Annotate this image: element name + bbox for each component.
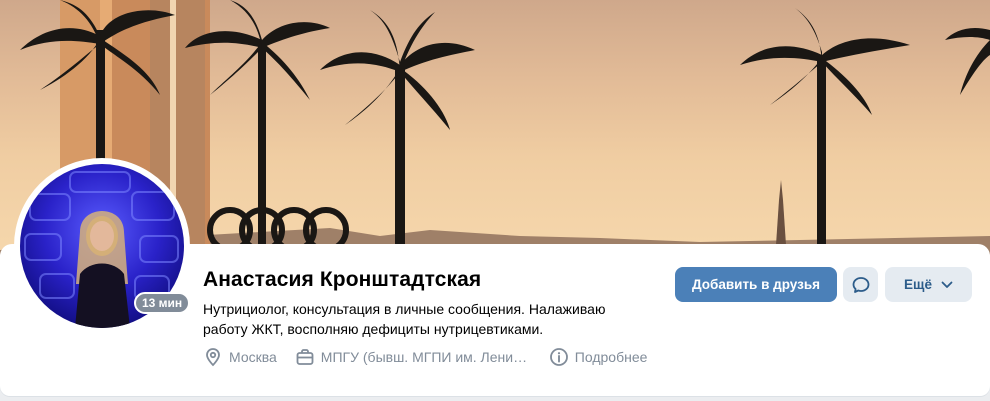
profile-status: Нутрициолог, консультация в личные сообщ… <box>203 301 606 337</box>
more-button[interactable]: Ещё <box>885 267 972 302</box>
message-icon <box>852 276 869 293</box>
profile-page: 13 мин Анастасия Кронштадтская Нутрициол… <box>0 0 990 401</box>
city-label: Москва <box>229 349 277 365</box>
city-info[interactable]: Москва <box>203 347 277 367</box>
message-button[interactable] <box>843 267 878 302</box>
location-pin-icon <box>206 348 220 367</box>
profile-info-row: Москва МПГУ (бывш. МГПИ им. Ленина) Подр… <box>203 346 665 368</box>
university-label: МПГУ (бывш. МГПИ им. Ленина) <box>320 349 531 365</box>
university-info[interactable]: МПГУ (бывш. МГПИ им. Ленина) <box>295 347 531 367</box>
chevron-down-icon <box>941 281 953 288</box>
profile-name: Анастасия Кронштадтская <box>203 268 482 291</box>
add-friend-button[interactable]: Добавить в друзья <box>675 267 837 302</box>
details-link[interactable]: Подробнее <box>549 347 648 367</box>
info-icon <box>549 348 568 366</box>
details-label: Подробнее <box>574 349 648 365</box>
more-button-label: Ещё <box>904 277 932 292</box>
briefcase-icon <box>296 349 314 365</box>
online-status-badge: 13 мин <box>134 292 191 314</box>
